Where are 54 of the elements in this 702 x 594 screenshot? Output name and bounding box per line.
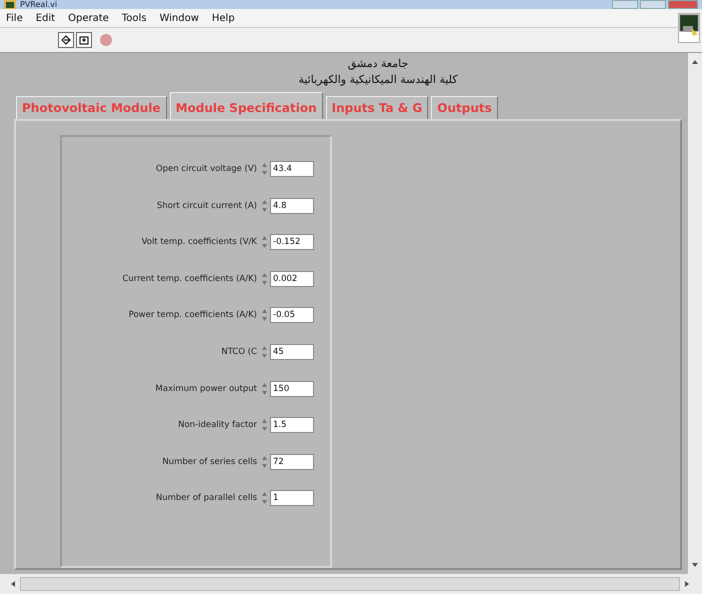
vertical-scrollbar[interactable] [688,53,702,574]
scroll-right-icon[interactable] [684,581,690,587]
header-text: كلية الهندسة الميكانيكية والكهربائية [298,73,458,87]
field-label: Number of parallel cells [156,493,257,504]
field-label: Number of series cells [162,456,257,467]
scroll-left-icon[interactable] [10,581,16,587]
numeric-field[interactable]: 0.002 [270,270,314,287]
numeric-field[interactable]: 1.5 [270,417,314,434]
spinner-icon[interactable] [261,417,268,434]
menu-item[interactable]: Window [159,12,199,24]
maximize-button[interactable] [640,0,666,9]
field-label: NTCO (C [221,346,257,357]
horizontal-scrollbar[interactable] [0,574,702,594]
numeric-field[interactable]: 1 [270,490,314,506]
minimize-button[interactable] [612,0,638,9]
numeric-field[interactable]: 45 [270,344,314,360]
spinner-icon[interactable] [261,490,268,506]
spinner-icon[interactable] [261,198,268,214]
close-button[interactable] [668,0,698,9]
field-label: Non-ideality factor [178,420,257,430]
run-continuously-icon [78,34,90,46]
menu-item[interactable]: Help [212,12,235,24]
spinner-icon[interactable] [261,454,268,470]
scroll-up-icon[interactable] [692,59,698,65]
numeric-field[interactable]: 150 [270,380,314,397]
numeric-field[interactable]: 72 [270,454,314,470]
window-title: PVReal.vi [20,0,58,9]
spinner-icon[interactable] [261,270,268,287]
scroll-down-icon[interactable] [692,562,698,568]
run-continuously-button[interactable] [76,32,92,48]
spinner-icon[interactable] [261,161,268,177]
menu-item[interactable]: Edit [36,12,56,24]
spinner-icon[interactable] [261,307,268,324]
field-label: Current temp. coefficients (A/K) [122,274,257,284]
menu-item[interactable]: Operate [68,12,109,24]
field-label: Short circuit current (A) [156,200,257,211]
run-button[interactable] [58,32,74,48]
scroll-thumb[interactable] [20,577,680,591]
field-label: Power temp. coefficients (A/K) [128,310,257,320]
menu-item[interactable]: Tools [122,12,146,24]
app-icon [4,0,16,9]
spinner-icon[interactable] [261,380,268,397]
numeric-field[interactable]: 43.4 [270,161,314,177]
numeric-field[interactable]: -0.05 [270,307,314,324]
menu-item[interactable]: File [6,12,23,24]
field-label: Maximum power output [155,384,257,394]
field-label: Open circuit voltage (V) [156,164,257,174]
numeric-field[interactable]: 4.8 [270,198,314,214]
numeric-field[interactable]: -0.152 [270,234,314,250]
header-text: جامعة دمشق [348,57,408,71]
spinner-icon[interactable] [261,234,268,250]
stop-icon[interactable] [99,33,113,47]
field-label: Volt temp. coefficients (V/K [142,237,257,248]
spinner-icon[interactable] [261,344,268,360]
